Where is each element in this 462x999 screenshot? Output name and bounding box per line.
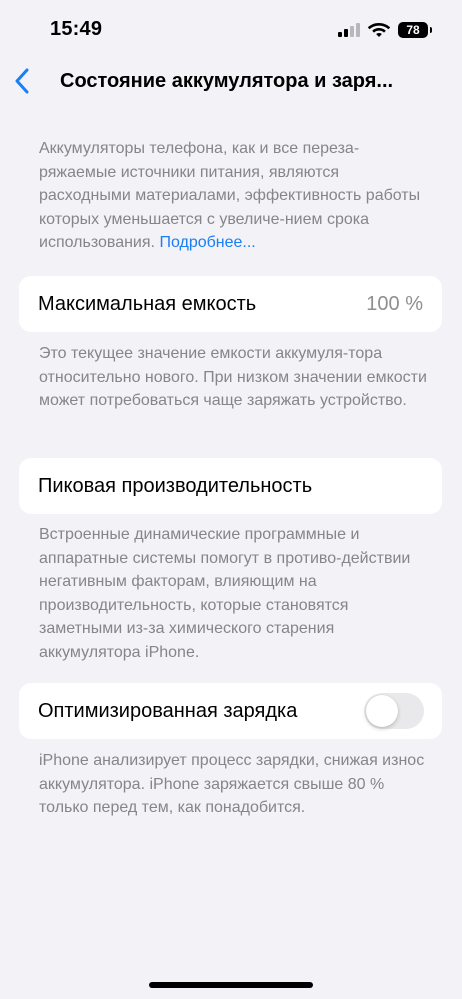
intro-text: Аккумуляторы телефона, как и все переза-… xyxy=(39,137,429,255)
battery-icon: 78 xyxy=(398,22,428,38)
optimized-charging-footnote: iPhone анализирует процесс зарядки, сниж… xyxy=(39,752,425,817)
peak-performance-label: Пиковая производительность xyxy=(38,474,313,497)
peak-performance-footnote: Встроенные динамические программные и ап… xyxy=(39,526,411,661)
battery-level: 78 xyxy=(406,23,420,37)
back-button[interactable] xyxy=(8,64,36,98)
wifi-icon xyxy=(367,23,391,37)
optimized-charging-toggle[interactable] xyxy=(364,693,424,729)
home-indicator[interactable] xyxy=(149,982,313,988)
max-capacity-footnote: Это текущее значение емкости аккумуля-то… xyxy=(39,345,427,410)
battery-cap xyxy=(430,27,432,33)
battery-health-screen: 15:49 78 Состояние аккумулятора и заря..… xyxy=(0,0,462,999)
max-capacity-value: 100 % xyxy=(366,292,423,315)
max-capacity-row: Максимальная емкость 100 % xyxy=(19,276,442,332)
navigation-bar: Состояние аккумулятора и заря... xyxy=(0,62,462,102)
learn-more-link[interactable]: Подробнее... xyxy=(159,234,255,251)
status-bar: 15:49 78 xyxy=(0,0,462,62)
optimized-charging-row: Оптимизированная зарядка xyxy=(19,683,442,739)
status-time: 15:49 xyxy=(50,18,103,40)
max-capacity-label: Максимальная емкость xyxy=(38,292,257,315)
toggle-knob xyxy=(366,695,398,727)
cellular-signal-icon xyxy=(338,23,360,37)
optimized-charging-label: Оптимизированная зарядка xyxy=(38,699,298,722)
page-title: Состояние аккумулятора и заря... xyxy=(60,70,394,92)
chevron-left-icon xyxy=(15,68,29,94)
peak-performance-row: Пиковая производительность xyxy=(19,458,442,514)
